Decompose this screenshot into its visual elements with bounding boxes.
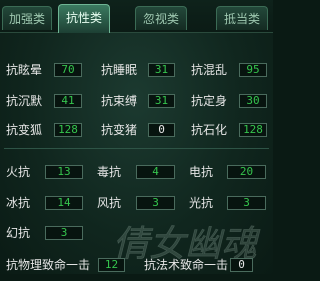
element-label: 风抗 xyxy=(97,196,122,210)
resist-value: 128 xyxy=(54,123,82,137)
element-label: 电抗 xyxy=(189,165,214,179)
fatal-value: 0 xyxy=(230,258,253,272)
resist-value: 95 xyxy=(239,63,267,77)
element-label: 光抗 xyxy=(189,196,214,210)
element-label: 冰抗 xyxy=(6,196,31,210)
tab-bar: 加强类 抗性类 忽视类 抵当类 xyxy=(0,0,273,33)
element-label: 幻抗 xyxy=(6,226,31,240)
element-value: 3 xyxy=(227,196,266,210)
fatal-value: 12 xyxy=(98,258,125,272)
resist-label: 抗变猪 xyxy=(101,123,138,137)
element-value: 3 xyxy=(45,226,83,240)
element-value: 3 xyxy=(136,196,175,210)
element-value: 13 xyxy=(45,165,83,179)
resist-label: 抗眩晕 xyxy=(6,63,43,77)
element-label: 火抗 xyxy=(6,165,31,179)
tab-enhance[interactable]: 加强类 xyxy=(2,6,52,30)
tab-ignore[interactable]: 忽视类 xyxy=(135,6,187,30)
resist-value: 70 xyxy=(54,63,82,77)
resist-label: 抗混乱 xyxy=(191,63,228,77)
resist-label: 抗石化 xyxy=(191,123,228,137)
fatal-label: 抗物理致命一击 xyxy=(6,258,91,272)
resist-value: 128 xyxy=(239,123,267,137)
element-value: 4 xyxy=(136,165,175,179)
tab-resist-block[interactable]: 抵当类 xyxy=(216,6,268,30)
resist-value: 41 xyxy=(54,94,82,108)
resist-label: 抗沉默 xyxy=(6,94,43,108)
resist-label: 抗变狐 xyxy=(6,123,43,137)
resist-value: 31 xyxy=(148,94,175,108)
section-divider xyxy=(4,148,269,149)
element-value: 20 xyxy=(227,165,266,179)
resist-label: 抗定身 xyxy=(191,94,228,108)
resist-value: 30 xyxy=(239,94,267,108)
resist-value: 0 xyxy=(148,123,175,137)
resist-value: 31 xyxy=(148,63,175,77)
resist-label: 抗睡眠 xyxy=(101,63,138,77)
footer-strip xyxy=(0,274,273,281)
resist-label: 抗束缚 xyxy=(101,94,138,108)
element-label: 毒抗 xyxy=(97,165,122,179)
resistance-panel: 加强类 抗性类 忽视类 抵当类 抗眩晕 70 抗睡眠 31 抗混乱 95 抗沉默… xyxy=(0,0,273,281)
fatal-label: 抗法术致命一击 xyxy=(144,258,229,272)
tab-resistance[interactable]: 抗性类 xyxy=(58,4,110,33)
element-value: 14 xyxy=(45,196,83,210)
